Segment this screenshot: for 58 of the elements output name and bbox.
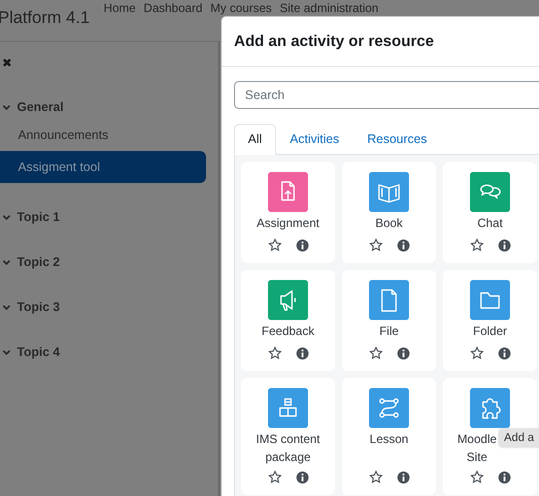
- nav-link[interactable]: Site administration: [280, 1, 378, 15]
- module-name: Assignment: [256, 215, 320, 232]
- module-name: Chat: [477, 215, 503, 232]
- star-icon[interactable]: [268, 238, 282, 252]
- module-name: Moodle Site: [456, 431, 498, 466]
- module-card[interactable]: Assignment: [241, 162, 335, 263]
- module-name: Feedback: [262, 323, 314, 340]
- module-name: Book: [375, 215, 403, 232]
- chevron-icon[interactable]: [2, 102, 11, 112]
- star-icon[interactable]: [368, 238, 382, 252]
- section-heading[interactable]: Topic 2: [17, 255, 60, 269]
- module-name: File: [379, 323, 399, 340]
- section-heading[interactable]: Topic 1: [17, 210, 60, 224]
- info-icon[interactable]: [296, 346, 308, 360]
- nav-link[interactable]: My courses: [210, 1, 272, 15]
- close-icon[interactable]: ✖: [2, 56, 14, 70]
- chevron-icon[interactable]: [2, 212, 11, 222]
- module-card[interactable]: File: [342, 270, 436, 371]
- tooltip: Add a: [499, 429, 539, 447]
- chevron-icon[interactable]: [2, 348, 11, 356]
- sidebar-item[interactable]: Announcements: [0, 119, 206, 151]
- dialog-title: Add an activity or resource: [234, 32, 434, 50]
- info-icon[interactable]: [296, 470, 308, 484]
- info-icon[interactable]: [498, 470, 510, 484]
- star-icon[interactable]: [268, 346, 282, 360]
- tab[interactable]: Resources: [353, 124, 441, 154]
- nav-link[interactable]: Home: [104, 1, 136, 15]
- search-field[interactable]: Search: [234, 81, 539, 109]
- chevron-icon[interactable]: [2, 258, 11, 266]
- module-card[interactable]: Chat: [443, 162, 537, 263]
- tab[interactable]: All: [234, 124, 276, 155]
- chevron-icon[interactable]: [2, 302, 11, 312]
- tab[interactable]: Activities: [276, 124, 354, 154]
- module-name: IMS content package: [254, 431, 322, 466]
- section-heading[interactable]: Topic 3: [17, 300, 60, 314]
- module-card[interactable]: Lesson: [342, 378, 436, 495]
- star-icon[interactable]: [470, 470, 484, 484]
- sidebar-item[interactable]: Assigment tool: [0, 151, 206, 183]
- module-name: Lesson: [370, 431, 408, 448]
- module-card[interactable]: Book: [342, 162, 436, 263]
- star-icon[interactable]: [368, 470, 382, 484]
- star-icon[interactable]: [268, 470, 282, 484]
- info-icon[interactable]: [396, 346, 410, 360]
- info-icon[interactable]: [396, 470, 410, 484]
- star-icon[interactable]: [368, 346, 382, 360]
- info-icon[interactable]: [498, 346, 510, 360]
- module-card[interactable]: Feedback: [241, 270, 335, 371]
- info-icon[interactable]: [498, 238, 510, 252]
- module-name: Folder: [472, 323, 507, 340]
- info-icon[interactable]: [296, 238, 308, 252]
- star-icon[interactable]: [470, 238, 484, 252]
- section-heading[interactable]: General: [17, 100, 64, 114]
- info-icon[interactable]: [396, 238, 410, 252]
- module-card[interactable]: IMS content package: [241, 378, 335, 495]
- nav-link[interactable]: Dashboard: [144, 1, 202, 15]
- section-heading[interactable]: Topic 4: [17, 345, 60, 359]
- star-icon[interactable]: [470, 346, 484, 360]
- module-card[interactable]: Folder: [443, 270, 537, 371]
